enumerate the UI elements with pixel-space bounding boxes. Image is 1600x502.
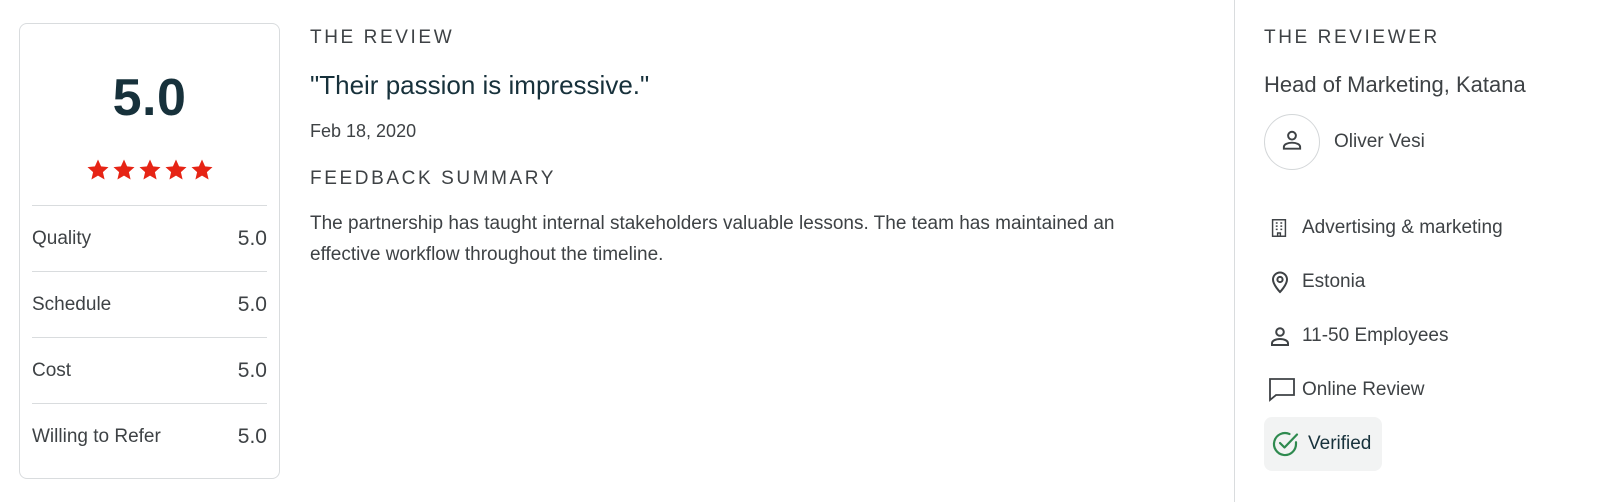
reviewer-industry: Advertising & marketing xyxy=(1264,208,1503,248)
star-icon xyxy=(112,158,136,182)
star-icon xyxy=(138,158,162,182)
star-icon xyxy=(190,158,214,182)
verified-label: Verified xyxy=(1308,433,1372,454)
verified-badge: Verified xyxy=(1264,417,1382,471)
score-card: 5.0 Quality 5.0 Schedule 5.0 Cost 5.0 Wi… xyxy=(19,23,280,479)
score-value: 5.0 xyxy=(237,226,267,250)
star-icon xyxy=(164,158,188,182)
detail-text: Online Review xyxy=(1302,379,1425,400)
user-icon xyxy=(1279,127,1305,158)
reviewer-name: Oliver Vesi xyxy=(1334,131,1425,152)
detail-text: 11-50 Employees xyxy=(1302,325,1449,346)
overall-score: 5.0 xyxy=(112,69,187,127)
detail-text: Estonia xyxy=(1302,271,1366,292)
score-row-willing-to-refer: Willing to Refer 5.0 xyxy=(32,403,267,469)
reviewer-company-size: 11-50 Employees xyxy=(1264,316,1448,356)
avatar xyxy=(1264,114,1320,170)
check-circle-icon xyxy=(1270,427,1308,461)
score-label: Willing to Refer xyxy=(32,425,161,447)
building-icon xyxy=(1264,208,1302,248)
feedback-summary-text: The partnership has taught internal stak… xyxy=(310,213,1115,265)
user-icon xyxy=(1264,316,1302,356)
review-heading: THE REVIEW xyxy=(310,27,455,48)
detail-text: Advertising & marketing xyxy=(1302,217,1503,238)
score-label: Schedule xyxy=(32,293,112,315)
score-row-schedule: Schedule 5.0 xyxy=(32,271,267,337)
column-divider xyxy=(1234,0,1235,502)
score-row-cost: Cost 5.0 xyxy=(32,337,267,403)
score-value: 5.0 xyxy=(237,358,267,382)
score-label: Cost xyxy=(32,359,72,381)
chat-bubble-icon xyxy=(1264,370,1302,410)
star-rating xyxy=(20,158,279,182)
reviewer-location: Estonia xyxy=(1264,262,1365,302)
reviewer-role: Head of Marketing, Katana xyxy=(1264,72,1526,97)
score-value: 5.0 xyxy=(237,292,267,316)
score-breakdown: Quality 5.0 Schedule 5.0 Cost 5.0 Willin… xyxy=(32,205,267,469)
review-title: "Their passion is impressive." xyxy=(310,70,650,100)
reviewer-heading: THE REVIEWER xyxy=(1264,27,1440,48)
location-pin-icon xyxy=(1264,262,1302,302)
reviewer-review-type: Online Review xyxy=(1264,370,1425,410)
score-value: 5.0 xyxy=(237,424,267,448)
review-date: Feb 18, 2020 xyxy=(310,121,417,141)
feedback-summary-heading: FEEDBACK SUMMARY xyxy=(310,168,557,189)
score-row-quality: Quality 5.0 xyxy=(32,205,267,271)
star-icon xyxy=(86,158,110,182)
score-label: Quality xyxy=(32,227,92,249)
